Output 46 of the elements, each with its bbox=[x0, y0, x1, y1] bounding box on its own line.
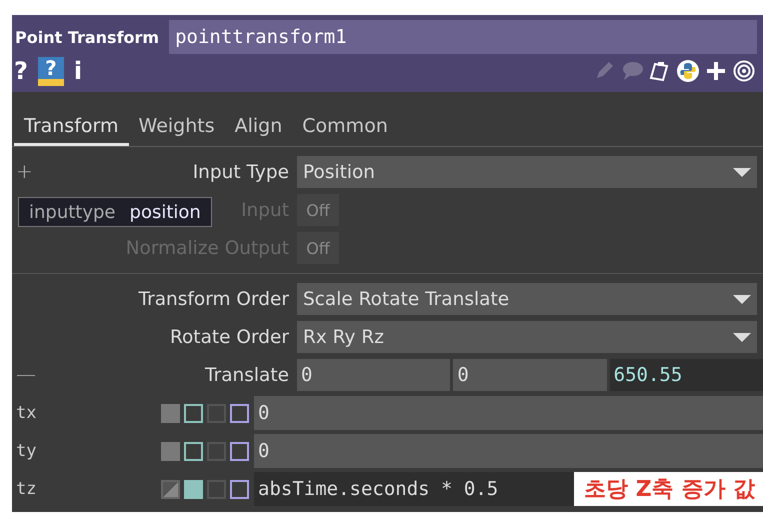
parameter-label: Input Type bbox=[192, 162, 289, 182]
node-name-field[interactable]: pointtransform1 bbox=[169, 20, 757, 54]
tab[interactable]: Common bbox=[292, 112, 398, 146]
constant-mode-button[interactable] bbox=[161, 404, 180, 422]
operator-help-button[interactable]: ? bbox=[38, 56, 64, 86]
parameter-label: tz bbox=[15, 479, 38, 499]
expand-button[interactable]: + bbox=[16, 159, 33, 183]
dropdown-menu[interactable]: Position bbox=[297, 156, 757, 188]
dropdown-arrow-icon bbox=[733, 168, 751, 176]
constant-mode-button[interactable] bbox=[161, 480, 180, 498]
value-field[interactable]: 0 bbox=[453, 359, 607, 391]
expression-mode-button[interactable] bbox=[184, 442, 203, 460]
python-icon[interactable] bbox=[677, 60, 699, 82]
expression-mode-button[interactable] bbox=[184, 480, 203, 498]
parameter-label: ty bbox=[15, 441, 38, 461]
constant-mode-button[interactable] bbox=[161, 442, 180, 460]
value-field[interactable]: 0 bbox=[254, 434, 763, 468]
bind-mode-button[interactable] bbox=[230, 442, 249, 460]
tooltip-value: position bbox=[130, 202, 201, 222]
expression-mode-button[interactable] bbox=[184, 404, 203, 422]
annotation-text: 초당 Z축 증가 값 bbox=[574, 472, 763, 506]
info-button[interactable]: i bbox=[74, 57, 82, 85]
target-icon[interactable] bbox=[733, 60, 755, 82]
help-button[interactable]: ? bbox=[14, 57, 28, 85]
node-type-label: Point Transform bbox=[14, 28, 160, 46]
value-field[interactable]: 650.55 bbox=[610, 359, 763, 391]
tab[interactable]: Align bbox=[224, 112, 292, 146]
bind-mode-button[interactable] bbox=[230, 404, 249, 422]
dropdown-menu[interactable]: Scale Rotate Translate bbox=[297, 283, 757, 315]
dropdown-menu[interactable]: Rx Ry Rz bbox=[297, 321, 757, 353]
bind-mode-button[interactable] bbox=[230, 480, 249, 498]
clipboard-icon[interactable] bbox=[649, 60, 671, 82]
dropdown-arrow-icon bbox=[733, 332, 751, 342]
value-field[interactable]: 0 bbox=[297, 359, 450, 391]
parameter-label: Translate bbox=[205, 364, 289, 386]
dropdown-arrow-icon bbox=[733, 294, 751, 304]
tab[interactable]: Transform bbox=[14, 112, 129, 146]
expression-field[interactable]: absTime.seconds * 0.5 bbox=[254, 472, 574, 506]
parameter-label: tx bbox=[15, 403, 38, 423]
parameter-label: Rotate Order bbox=[170, 326, 289, 348]
tooltip-name: inputtype bbox=[29, 202, 116, 222]
value-field[interactable]: 0 bbox=[254, 396, 763, 430]
parameter-label: Transform Order bbox=[138, 288, 289, 310]
plus-icon[interactable] bbox=[705, 60, 727, 82]
collapse-button[interactable]: — bbox=[16, 362, 36, 386]
tab[interactable]: Weights bbox=[128, 112, 225, 146]
